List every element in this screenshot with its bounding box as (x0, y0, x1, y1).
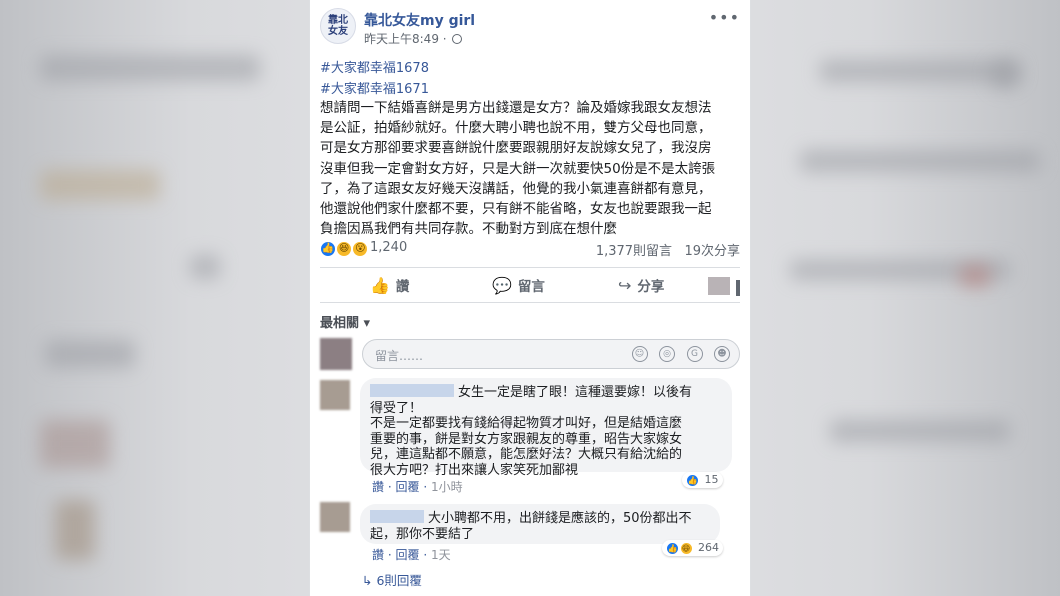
separator-dot: · (442, 32, 447, 46)
sticker-icon[interactable]: ☻ (714, 346, 730, 362)
comment-time[interactable]: 1天 (431, 548, 451, 562)
post-meta: 昨天上午8:49 · (364, 30, 463, 47)
speech-bubble-icon: 💬 (492, 275, 512, 295)
like-label: 讚 (395, 279, 410, 295)
commenter-avatar[interactable] (320, 502, 350, 532)
more-options-icon[interactable]: ••• (709, 8, 740, 27)
blurred-reactions (40, 170, 160, 200)
comment-like-link[interactable]: 讚 (372, 548, 384, 562)
comment-reaction-count: 15 (704, 473, 719, 486)
comment-like-link[interactable]: 讚 (372, 480, 384, 494)
blurred-icon (190, 255, 220, 279)
haha-reaction-icon: 😆 (679, 542, 693, 555)
chevron-down-icon: ▾ (363, 316, 371, 331)
comment-sort-dropdown[interactable]: 最相關 ▾ (320, 312, 370, 331)
comment-actions: 讚 · 回覆 · 1天 (372, 546, 451, 563)
blurred-icon (990, 60, 1020, 90)
share-button[interactable]: ↪ 分享 (618, 268, 664, 302)
comment-label: 留言 (517, 279, 545, 295)
share-count-link[interactable]: 19次分享 (684, 244, 740, 259)
composer-icons: ☺ ◎ G ☻ (624, 346, 730, 362)
background-hashtag-link[interactable]: #大家都幸福1678 (320, 57, 429, 76)
post-body-text: 想請問一下結婚喜餅是男方出錢還是女方？論及婚嫁我跟女友想法 是公証，拍婚紗就好。… (320, 100, 716, 238)
reaction-count[interactable]: 1,240 (370, 240, 407, 255)
view-replies-label: 6則回覆 (376, 573, 422, 588)
commenter-name-redacted[interactable] (370, 510, 424, 523)
reaction-icons[interactable]: 👍 😆 😮 (320, 240, 369, 258)
comment-actions: 讚 · 回覆 · 1小時 (372, 478, 463, 495)
post-header: 靠北 女友 靠北女友my girl 昨天上午8:49 · ••• (320, 8, 740, 48)
wow-reaction-icon: 😮 (352, 241, 369, 257)
separator-dot: · (423, 548, 431, 562)
comment-bubble: 大小聘都不用，出餅錢是應該的，50份都出不 起，那你不要結了 (360, 504, 720, 544)
comment-composer: 留言…… ☺ ◎ G ☻ (320, 338, 740, 370)
gif-icon[interactable]: G (686, 346, 703, 362)
reply-arrow-icon: ↳ (362, 573, 377, 588)
comment-reply-link[interactable]: 回覆 (395, 480, 419, 494)
post-stats: 👍 😆 😮 1,240 1,377則留言 19次分享 (320, 239, 740, 259)
share-arrow-icon: ↪ (618, 275, 632, 295)
comment-bubble: 女生一定是瞎了眼！這種還要嫁！以後有 得受了！ 不是一定都要找有錢給得起物質才叫… (360, 378, 732, 478)
comment-reaction-badge[interactable]: 👍 15 (682, 472, 723, 488)
like-button[interactable]: 👍 讚 (370, 268, 409, 302)
comment-reaction-badge[interactable]: 👍 😆 264 (662, 540, 723, 556)
page-name-link[interactable]: 靠北女友my girl (364, 10, 475, 30)
view-replies-link[interactable]: ↳ 6則回覆 (362, 570, 422, 589)
action-bar: 👍 讚 💬 留言 ↪ 分享 (320, 267, 740, 303)
stats-right: 1,377則留言 19次分享 (596, 240, 740, 259)
emoji-icon[interactable]: ☺ (631, 346, 648, 362)
comment-reaction-count: 264 (698, 541, 719, 554)
camera-icon[interactable]: ◎ (659, 346, 675, 362)
viewer-avatar[interactable] (708, 277, 730, 295)
audience-selector[interactable] (736, 280, 740, 296)
blurred-text (45, 340, 135, 368)
separator-dot: · (423, 480, 431, 494)
like-reaction-icon: 👍 (666, 542, 679, 555)
viewer-avatar[interactable] (320, 338, 352, 370)
blurred-avatar (40, 420, 110, 468)
comment-count-link[interactable]: 1,377則留言 (596, 244, 672, 259)
post-hashtag-link[interactable]: #大家都幸福1671 (320, 78, 429, 97)
like-reaction-icon: 👍 (320, 241, 336, 257)
commenter-name-redacted[interactable] (370, 384, 454, 397)
blurred-text (800, 150, 1040, 172)
post-card: 靠北 女友 靠北女友my girl 昨天上午8:49 · ••• #大家都幸福1… (309, 0, 751, 596)
thumbs-up-icon: 👍 (370, 275, 390, 295)
blurred-text (830, 420, 1010, 442)
globe-icon (452, 34, 463, 44)
comment-time[interactable]: 1小時 (431, 480, 463, 494)
blurred-avatar (960, 265, 990, 287)
post-timestamp[interactable]: 昨天上午8:49 (364, 32, 439, 46)
share-label: 分享 (637, 279, 665, 295)
comment-button[interactable]: 💬 留言 (492, 268, 545, 302)
comment-text: 女生一定是瞎了眼！這種還要嫁！以後有 得受了！ 不是一定都要找有錢給得起物質才叫… (370, 385, 693, 478)
commenter-avatar[interactable] (320, 380, 350, 410)
sort-label: 最相關 (320, 316, 360, 331)
like-reaction-icon: 👍 (686, 474, 699, 487)
comment-reply-link[interactable]: 回覆 (395, 548, 419, 562)
haha-reaction-icon: 😆 (336, 241, 353, 257)
blurred-avatar (55, 500, 95, 560)
blurred-hashtag (40, 55, 260, 81)
page-avatar[interactable]: 靠北 女友 (320, 8, 356, 44)
